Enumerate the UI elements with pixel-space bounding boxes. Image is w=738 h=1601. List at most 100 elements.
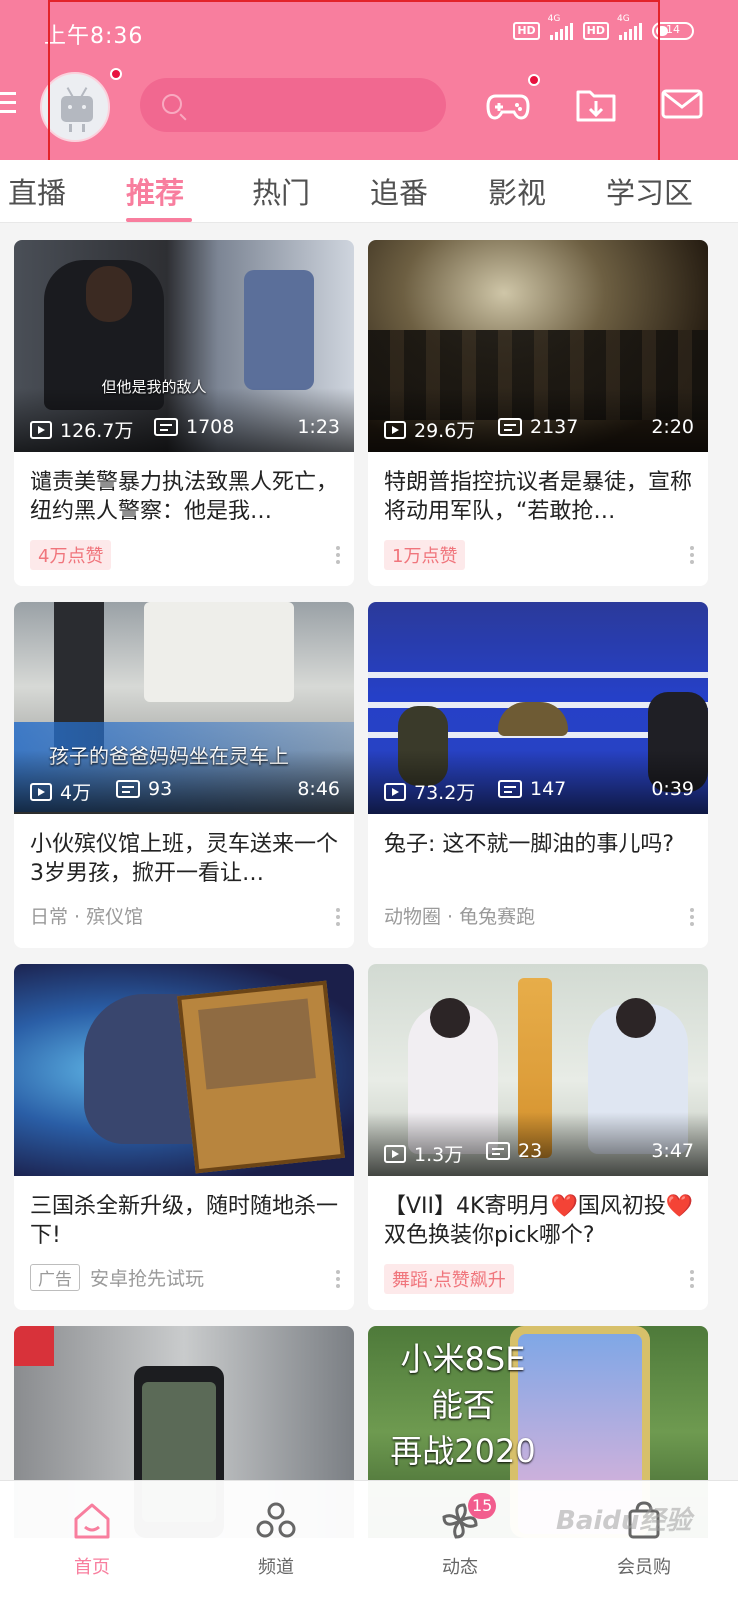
video-title[interactable]: 谴责美警暴力执法致黑人死亡，纽约黑人警察：他是我… bbox=[30, 468, 342, 526]
nav-home-label: 首页 bbox=[74, 1557, 110, 1578]
ad-tag[interactable]: 安卓抢先试玩 bbox=[90, 1268, 204, 1290]
video-title[interactable]: 特朗普指控抗议者是暴徒，宣称将动用军队，“若敢抢… bbox=[384, 468, 696, 526]
download-icon[interactable] bbox=[574, 84, 618, 124]
tab-bangumi[interactable]: 追番 bbox=[370, 170, 428, 212]
tab-study[interactable]: 学习区 bbox=[606, 170, 693, 212]
play-count-icon bbox=[30, 420, 52, 439]
danmaku-icon bbox=[116, 780, 140, 798]
video-card[interactable]: 但他是我的敌人 126.7万 1708 1:23 谴责美警暴力执法致黑人死亡，纽… bbox=[14, 240, 354, 586]
danmaku-count: 2137 bbox=[530, 416, 579, 438]
nav-vip-shop-label: 会员购 bbox=[617, 1557, 671, 1578]
danmaku-count: 147 bbox=[530, 778, 567, 800]
view-count: 4万 bbox=[60, 782, 92, 804]
tab-hot[interactable]: 热门 bbox=[252, 170, 310, 212]
video-thumbnail: 73.2万 147 0:39 bbox=[368, 602, 708, 814]
overlay-text-line1: 小米8SE bbox=[400, 1340, 526, 1378]
tab-recommend[interactable]: 推荐 bbox=[126, 170, 184, 212]
video-card[interactable]: 1.3万 23 3:47 【VII】4K寄明月❤️国风初投❤️双色换装你pick… bbox=[368, 964, 708, 1310]
game-center-icon[interactable] bbox=[486, 84, 530, 124]
play-count-icon bbox=[384, 420, 406, 439]
view-count: 73.2万 bbox=[414, 782, 476, 804]
more-options-icon[interactable] bbox=[336, 1270, 340, 1291]
signal-icon-1: 4G bbox=[548, 14, 573, 40]
bottom-nav: 首页 频道 15 动态 会员购 bbox=[0, 1480, 738, 1601]
ad-badge: 广告 bbox=[30, 1264, 80, 1291]
more-options-icon[interactable] bbox=[690, 546, 694, 567]
tv-mascot-icon bbox=[61, 96, 93, 132]
menu-icon[interactable] bbox=[0, 92, 16, 119]
nav-home[interactable]: 首页 bbox=[0, 1481, 184, 1601]
ad-thumbnail bbox=[14, 964, 354, 1176]
mail-icon[interactable] bbox=[660, 84, 704, 124]
video-tag[interactable]: 动物圈 · 龟兔赛跑 bbox=[384, 902, 535, 929]
home-icon bbox=[74, 1503, 110, 1539]
overlay-text-line3: 再战2020 bbox=[390, 1432, 536, 1470]
nav-dynamic[interactable]: 15 动态 bbox=[368, 1481, 552, 1601]
nav-channel-label: 频道 bbox=[258, 1557, 294, 1578]
video-thumbnail: 29.6万 2137 2:20 bbox=[368, 240, 708, 452]
more-options-icon[interactable] bbox=[690, 908, 694, 929]
likes-badge: 1万点赞 bbox=[384, 540, 466, 570]
video-card[interactable]: 孩子的爸爸妈妈坐在灵车上 4万 93 8:46 小伙殡仪馆上班，灵车送来一个3岁… bbox=[14, 602, 354, 948]
overlay-text-line2: 能否 bbox=[430, 1386, 495, 1424]
status-icons: HD 4G HD 4G 14 bbox=[513, 14, 694, 40]
video-duration: 1:23 bbox=[297, 416, 340, 438]
play-count-icon bbox=[384, 782, 406, 801]
avatar-notification-dot bbox=[110, 68, 122, 80]
video-duration: 2:20 bbox=[651, 416, 694, 438]
danmaku-count: 1708 bbox=[186, 416, 235, 438]
danmaku-count: 93 bbox=[148, 778, 173, 800]
more-options-icon[interactable] bbox=[336, 908, 340, 929]
video-duration: 8:46 bbox=[297, 778, 340, 800]
danmaku-icon bbox=[498, 418, 522, 436]
danmaku-icon bbox=[498, 780, 522, 798]
search-icon bbox=[162, 94, 182, 114]
trending-badge: 舞蹈·点赞飙升 bbox=[384, 1264, 514, 1294]
search-bar[interactable] bbox=[140, 78, 446, 134]
likes-badge: 4万点赞 bbox=[30, 540, 112, 570]
view-count: 1.3万 bbox=[414, 1144, 464, 1166]
video-thumbnail: 孩子的爸爸妈妈坐在灵车上 4万 93 8:46 bbox=[14, 602, 354, 814]
search-input[interactable] bbox=[194, 78, 438, 134]
top-header: 上午8:36 HD 4G HD 4G 14 bbox=[0, 0, 738, 160]
more-options-icon[interactable] bbox=[336, 546, 340, 567]
tab-movies[interactable]: 影视 bbox=[488, 170, 546, 212]
game-notification-dot bbox=[528, 74, 540, 86]
nav-dynamic-label: 动态 bbox=[442, 1557, 478, 1578]
ad-title[interactable]: 三国杀全新升级，随时随地杀一下! bbox=[30, 1192, 342, 1250]
nav-channel[interactable]: 频道 bbox=[184, 1481, 368, 1601]
more-options-icon[interactable] bbox=[690, 1270, 694, 1291]
play-count-icon bbox=[384, 1144, 406, 1163]
tab-live[interactable]: 直播 bbox=[8, 170, 66, 212]
channel-icon bbox=[256, 1502, 296, 1538]
video-title[interactable]: 兔子: 这不就一脚油的事儿吗? bbox=[384, 830, 696, 888]
play-count-icon bbox=[30, 782, 52, 801]
view-count: 29.6万 bbox=[414, 420, 476, 442]
danmaku-icon bbox=[154, 418, 178, 436]
tab-active-indicator bbox=[126, 218, 192, 222]
battery-level: 14 bbox=[666, 23, 680, 36]
video-duration: 0:39 bbox=[651, 778, 694, 800]
video-tag[interactable]: 日常 · 殡仪馆 bbox=[30, 902, 143, 929]
video-thumbnail: 1.3万 23 3:47 bbox=[368, 964, 708, 1176]
video-title[interactable]: 小伙殡仪馆上班，灵车送来一个3岁男孩，掀开一看让… bbox=[30, 830, 342, 888]
avatar[interactable] bbox=[40, 72, 110, 142]
hd-badge-1: HD bbox=[513, 22, 540, 40]
view-count: 126.7万 bbox=[60, 420, 134, 442]
category-tabs: 直播 推荐 热门 追番 影视 学习区 bbox=[0, 160, 738, 223]
battery-icon: 14 bbox=[652, 22, 694, 40]
ad-card[interactable]: 三国杀全新升级，随时随地杀一下! 广告 安卓抢先试玩 bbox=[14, 964, 354, 1310]
nav-vip-shop[interactable]: 会员购 bbox=[552, 1481, 736, 1601]
baidu-watermark: Baidu经验 bbox=[556, 1506, 692, 1536]
video-title[interactable]: 【VII】4K寄明月❤️国风初投❤️双色换装你pick哪个? bbox=[384, 1192, 696, 1250]
hd-badge-2: HD bbox=[582, 22, 609, 40]
danmaku-count: 23 bbox=[518, 1140, 543, 1162]
video-card[interactable]: 29.6万 2137 2:20 特朗普指控抗议者是暴徒，宣称将动用军队，“若敢抢… bbox=[368, 240, 708, 586]
signal-icon-2: 4G bbox=[617, 14, 642, 40]
danmaku-icon bbox=[486, 1142, 510, 1160]
video-thumbnail: 但他是我的敌人 126.7万 1708 1:23 bbox=[14, 240, 354, 452]
video-card[interactable]: 73.2万 147 0:39 兔子: 这不就一脚油的事儿吗? 动物圈 · 龟兔赛… bbox=[368, 602, 708, 948]
status-time: 上午8:36 bbox=[44, 24, 144, 49]
dynamic-count-badge: 15 bbox=[468, 1493, 497, 1519]
video-duration: 3:47 bbox=[651, 1140, 694, 1162]
